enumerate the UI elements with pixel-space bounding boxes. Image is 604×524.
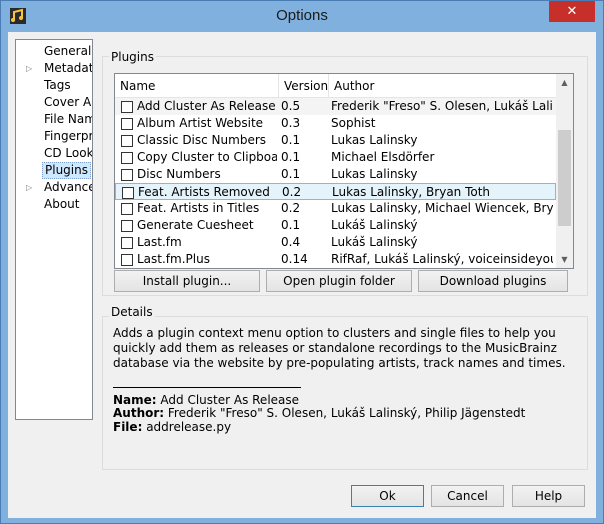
- plugins-group-title: Plugins: [109, 50, 156, 64]
- plugin-name-cell: Last.fm.Plus: [137, 252, 210, 266]
- plugin-description: Adds a plugin context menu option to clu…: [113, 326, 566, 370]
- plugin-row[interactable]: Add Cluster As Release 0.5 Frederik "Freso…: [115, 98, 556, 115]
- options-window: Options ✕ General ▷ Metadata Tags Cover Art F…: [0, 0, 604, 524]
- plugin-name-cell: Add Cluster As Release: [137, 99, 276, 113]
- plugin-author-cell: Lukas Lalinsky: [331, 133, 418, 147]
- plugin-author-line: Author: Frederik "Freso" S. Olesen, Luká…: [113, 406, 525, 420]
- column-header-name[interactable]: Name: [115, 74, 279, 98]
- plugin-row[interactable]: Album Artist Website 0.3 Sophist: [115, 115, 556, 132]
- plugin-row[interactable]: Generate Cuesheet 0.1 Lukáš Lalinský: [115, 217, 556, 234]
- plugin-name-cell: Disc Numbers: [137, 167, 221, 181]
- plugin-name-cell: Copy Cluster to Clipboard: [137, 150, 277, 164]
- plugin-row[interactable]: Feat. Artists Removed 0.2 Lukas Lalinsky, …: [115, 183, 556, 200]
- plugin-enable-checkbox[interactable]: [121, 254, 133, 266]
- plugin-name-cell: Feat. Artists Removed: [138, 185, 270, 199]
- plugin-enable-checkbox[interactable]: [121, 203, 133, 215]
- scrollbar-thumb[interactable]: [558, 130, 571, 226]
- nav-item-label: Cover Art: [44, 95, 92, 109]
- plugin-name-cell: Generate Cuesheet: [137, 218, 254, 232]
- plugin-enable-checkbox[interactable]: [121, 152, 133, 164]
- plugin-author-cell: Lukas Lalinsky, Bryan Toth: [332, 185, 491, 199]
- plugin-version-cell: 0.1: [281, 167, 301, 181]
- details-group-title: Details: [109, 305, 155, 319]
- nav-item-label: Advanced: [44, 180, 92, 194]
- plugin-enable-checkbox[interactable]: [121, 220, 133, 232]
- plugin-author-cell: Frederik "Freso" S. Olesen, Lukáš Lalins…: [331, 99, 553, 113]
- plugin-name-cell: Classic Disc Numbers: [137, 133, 267, 147]
- scroll-down-icon[interactable]: ▼: [556, 251, 573, 268]
- expand-arrow-icon[interactable]: ▷: [26, 60, 32, 77]
- plugin-version-cell: 0.14: [281, 252, 308, 266]
- close-button[interactable]: ✕: [549, 1, 595, 22]
- plugin-row[interactable]: Last.fm.Plus 0.14 RifRaf, Lukáš Lalinský, …: [115, 251, 556, 268]
- plugin-enable-checkbox[interactable]: [122, 187, 134, 199]
- nav-item-label: CD Lookup: [44, 146, 93, 160]
- plugin-author-value: Frederik "Freso" S. Olesen, Lukáš Lalins…: [164, 406, 526, 420]
- cancel-button[interactable]: Cancel: [431, 485, 504, 507]
- plugin-version-cell: 0.2: [281, 201, 301, 215]
- download-plugins-button[interactable]: Download plugins: [418, 270, 568, 292]
- scroll-up-icon[interactable]: ▲: [556, 74, 573, 91]
- plugin-version-cell: 0.2: [282, 185, 302, 199]
- window-title: Options: [276, 7, 328, 24]
- plugin-file-value: addrelease.py: [142, 420, 232, 434]
- options-nav-tree[interactable]: General ▷ Metadata Tags Cover Art File Naming…: [15, 39, 93, 420]
- plugin-version-cell: 0.1: [281, 150, 301, 164]
- plugin-author-cell: Lukas Lalinsky: [331, 167, 418, 181]
- file-label: File:: [113, 420, 143, 434]
- column-header-author[interactable]: Author: [329, 74, 556, 98]
- close-icon: ✕: [566, 4, 578, 19]
- plugin-name-cell: Last.fm: [137, 235, 182, 249]
- nav-item-label: Metadata: [44, 61, 92, 75]
- plugin-row[interactable]: Disc Numbers 0.1 Lukas Lalinsky: [115, 166, 556, 183]
- nav-item-label: About: [44, 197, 80, 211]
- details-separator: [113, 387, 301, 388]
- plugins-table-header: Name Version Author: [115, 74, 556, 98]
- plugin-version-cell: 0.5: [281, 99, 301, 113]
- plugin-enable-checkbox[interactable]: [121, 169, 133, 181]
- plugin-author-cell: Lukáš Lalinský: [331, 235, 418, 249]
- ok-button[interactable]: Ok: [351, 485, 424, 507]
- expand-arrow-icon[interactable]: ▷: [26, 179, 32, 196]
- plugin-enable-checkbox[interactable]: [121, 118, 133, 130]
- plugins-table[interactable]: Name Version Author Add Cluster As Relea…: [114, 73, 574, 269]
- plugin-version-cell: 0.1: [281, 218, 301, 232]
- column-header-version[interactable]: Version: [279, 74, 329, 98]
- plugin-author-cell: Michael Elsdörfer: [331, 150, 435, 164]
- author-label: Author:: [113, 406, 165, 420]
- plugin-version-cell: 0.3: [281, 116, 301, 130]
- plugin-name-value: Add Cluster As Release: [156, 393, 300, 407]
- plugins-scrollbar[interactable]: ▲ ▼: [556, 74, 573, 268]
- plugin-version-cell: 0.1: [281, 133, 301, 147]
- plugin-file-line: File: addrelease.py: [113, 420, 231, 434]
- help-button[interactable]: Help: [512, 485, 585, 507]
- nav-item-label: General: [44, 44, 92, 58]
- plugin-author-cell: RifRaf, Lukáš Lalinský, voiceinsideyou: [331, 252, 553, 266]
- plugin-author-cell: Sophist: [331, 116, 376, 130]
- plugin-row[interactable]: Copy Cluster to Clipboard 0.1 Michael Elsd…: [115, 149, 556, 166]
- nav-item-label: Fingerprinting: [44, 129, 93, 143]
- name-label: Name:: [113, 393, 157, 407]
- plugin-version-cell: 0.4: [281, 235, 301, 249]
- title-bar[interactable]: Options ✕: [1, 1, 603, 32]
- plugin-enable-checkbox[interactable]: [121, 237, 133, 249]
- plugin-name-cell: Album Artist Website: [137, 116, 264, 130]
- nav-item-label: File Naming: [44, 112, 92, 126]
- plugin-row[interactable]: Feat. Artists in Titles 0.2 Lukas Lalinsky…: [115, 200, 556, 217]
- install-plugin-button[interactable]: Install plugin...: [114, 270, 260, 292]
- plugin-author-cell: Lukas Lalinsky, Michael Wiencek, Bryan…: [331, 201, 553, 215]
- nav-item-label: Plugins: [42, 162, 91, 179]
- dialog-body: General ▷ Metadata Tags Cover Art File Naming…: [8, 32, 596, 518]
- plugin-enable-checkbox[interactable]: [121, 101, 133, 113]
- plugin-row[interactable]: Classic Disc Numbers 0.1 Lukas Lalinsky: [115, 132, 556, 149]
- plugin-author-cell: Lukáš Lalinský: [331, 218, 418, 232]
- plugin-name-cell: Feat. Artists in Titles: [137, 201, 260, 215]
- open-plugin-folder-button[interactable]: Open plugin folder: [266, 270, 412, 292]
- plugin-enable-checkbox[interactable]: [121, 135, 133, 147]
- plugin-row[interactable]: Last.fm 0.4 Lukáš Lalinský: [115, 234, 556, 251]
- plugin-name-line: Name: Add Cluster As Release: [113, 393, 299, 407]
- nav-item-label: Tags: [44, 78, 71, 92]
